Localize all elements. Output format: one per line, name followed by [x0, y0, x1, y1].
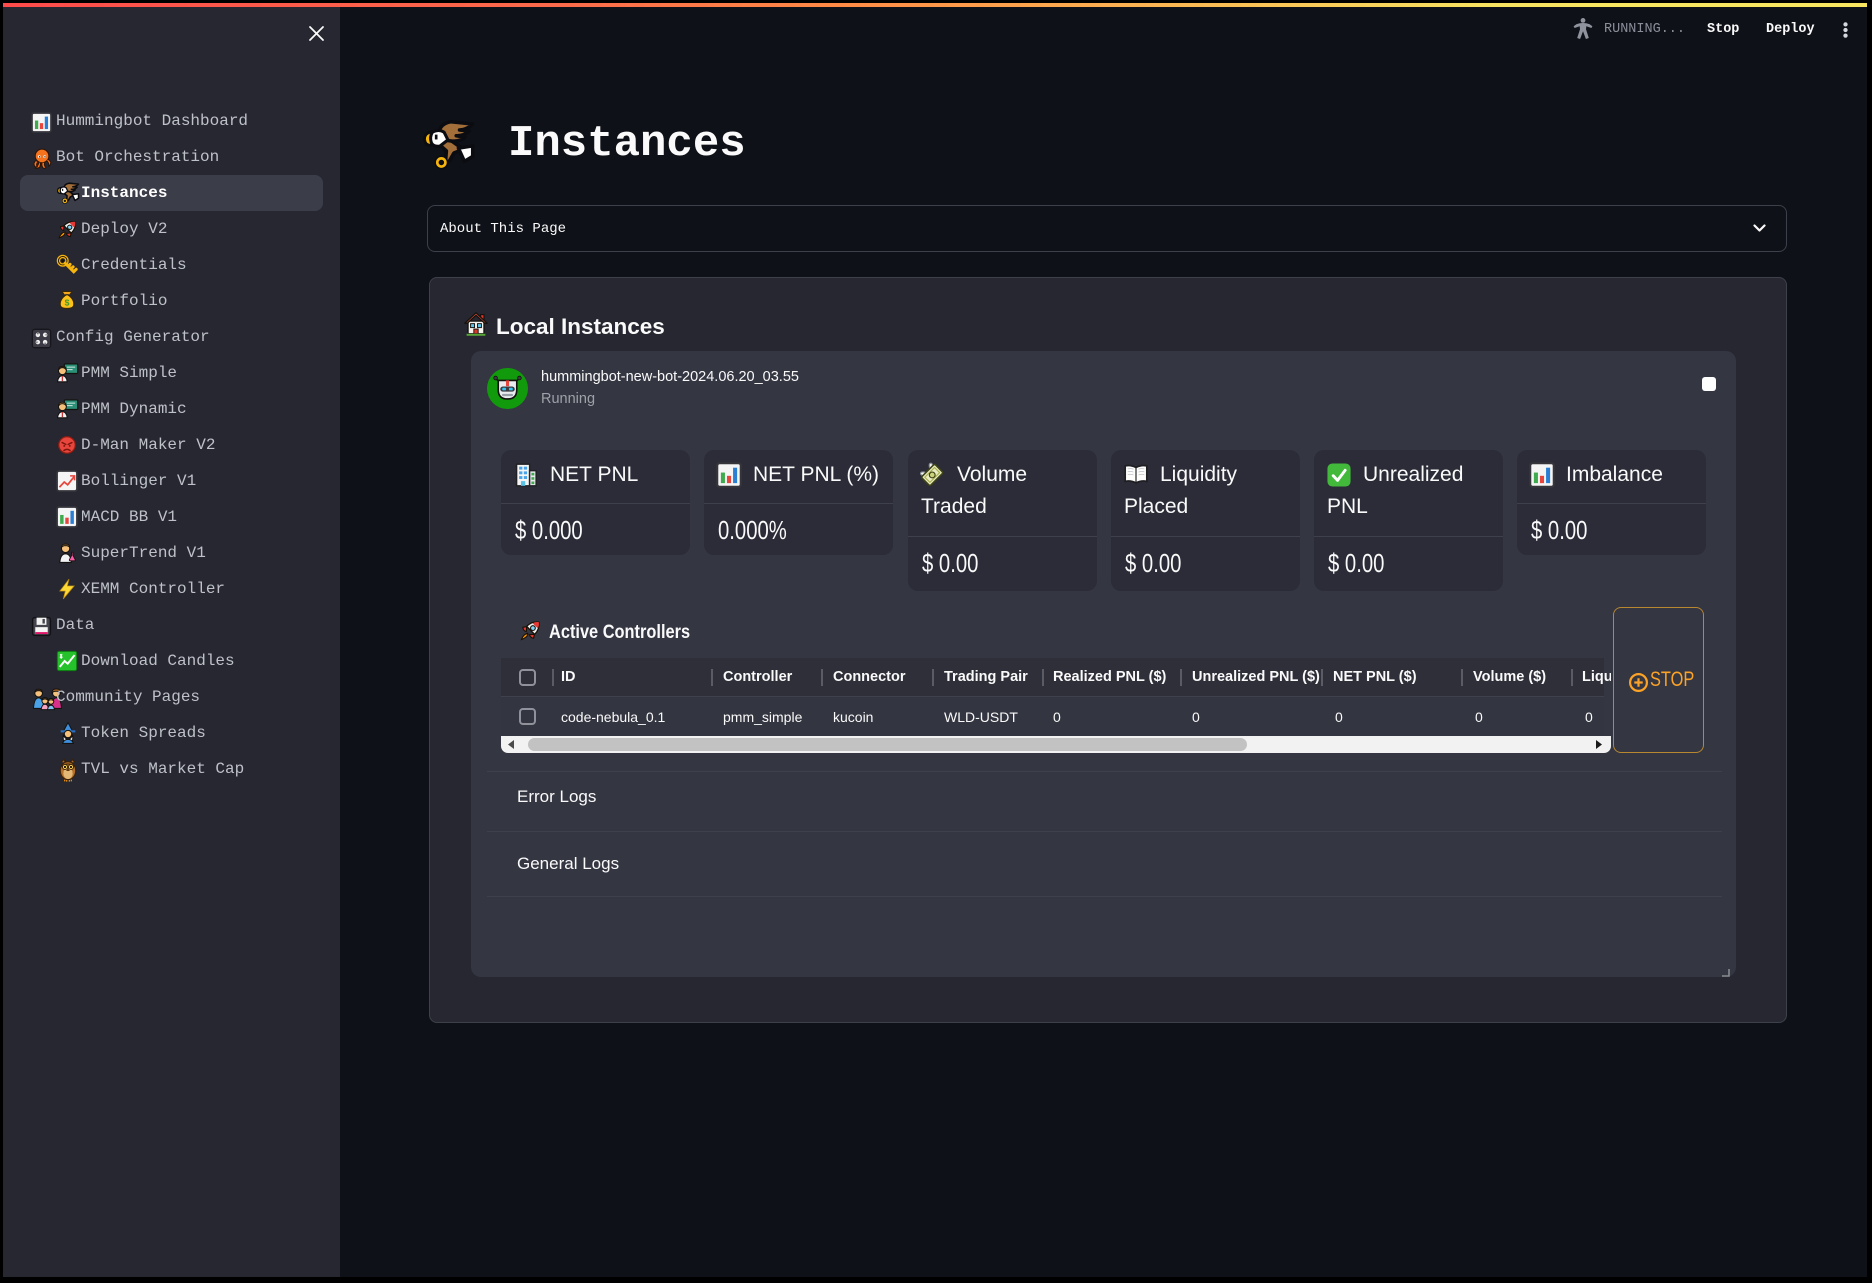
svg-text:$: $: [65, 297, 70, 307]
